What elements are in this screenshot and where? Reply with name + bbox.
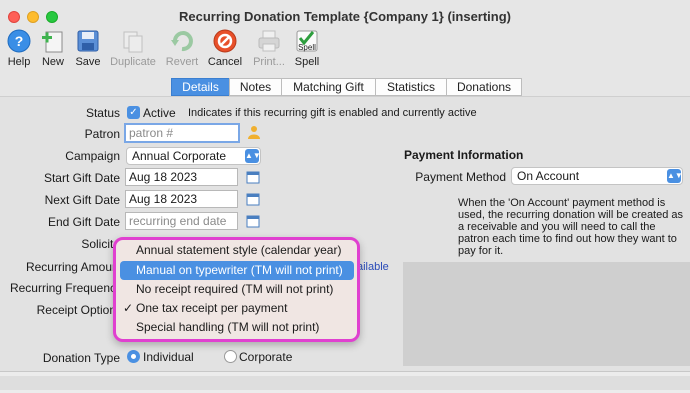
available-link[interactable]: ailable bbox=[357, 261, 389, 273]
duplicate-icon bbox=[123, 31, 143, 53]
receipt-option-menu: Annual statement style (calendar year) M… bbox=[113, 237, 360, 342]
calendar-icon[interactable] bbox=[246, 214, 260, 228]
individual-label: Individual bbox=[143, 350, 194, 364]
tab-matching-gift[interactable]: Matching Gift bbox=[281, 78, 376, 96]
menu-item-label: Annual statement style (calendar year) bbox=[136, 243, 342, 257]
end-date-input[interactable]: recurring end date bbox=[125, 212, 238, 230]
active-note: Indicates if this recurring gift is enab… bbox=[188, 107, 477, 119]
payment-method-value: On Account bbox=[517, 169, 580, 183]
corporate-radio[interactable] bbox=[224, 350, 237, 363]
payment-details-area bbox=[403, 262, 690, 366]
patron-input[interactable]: patron # bbox=[124, 123, 240, 143]
spell-icon-text: Spell bbox=[298, 43, 316, 52]
menu-item-manual-typewriter[interactable]: Manual on typewriter (TM will not print) bbox=[120, 261, 354, 280]
menu-item-special-handling[interactable]: Special handling (TM will not print) bbox=[120, 318, 354, 337]
corporate-label: Corporate bbox=[239, 350, 293, 364]
menu-item-no-receipt[interactable]: No receipt required (TM will not print) bbox=[120, 280, 354, 299]
recurring-frequency-label: Recurring Frequenc bbox=[9, 281, 116, 295]
tab-donations[interactable]: Donations bbox=[446, 78, 522, 96]
tab-notes[interactable]: Notes bbox=[229, 78, 282, 96]
end-date-label: End Gift Date bbox=[47, 215, 120, 229]
payment-description: When the 'On Account' payment method is … bbox=[458, 197, 684, 257]
menu-item-label: One tax receipt per payment bbox=[136, 301, 288, 315]
save-button[interactable]: Save bbox=[63, 28, 113, 68]
duplicate-label: Duplicate bbox=[110, 56, 156, 68]
active-checkbox[interactable]: ✓ bbox=[127, 106, 140, 119]
chevron-updown-icon: ▲▼ bbox=[245, 149, 261, 163]
campaign-value: Annual Corporate bbox=[132, 149, 227, 163]
window-title: Recurring Donation Template {Company 1} … bbox=[178, 9, 512, 24]
start-date-label: Start Gift Date bbox=[43, 171, 120, 185]
patron-label: Patron bbox=[84, 127, 120, 141]
individual-radio[interactable] bbox=[127, 350, 140, 363]
payment-heading: Payment Information bbox=[404, 148, 524, 162]
receipt-option-label: Receipt Option bbox=[36, 303, 116, 317]
calendar-icon[interactable] bbox=[246, 192, 260, 206]
chevron-updown-icon: ▲▼ bbox=[667, 169, 683, 183]
status-label: Status bbox=[85, 106, 120, 120]
save-label: Save bbox=[75, 56, 101, 68]
horizontal-scrollbar[interactable] bbox=[0, 376, 690, 390]
next-date-label: Next Gift Date bbox=[44, 193, 120, 207]
toolbar: ? Help New Save Duplicate Revert Cancel … bbox=[0, 26, 690, 76]
tab-strip: Details Notes Matching Gift Statistics D… bbox=[0, 76, 690, 96]
donation-type-label: Donation Type bbox=[42, 351, 120, 365]
tab-statistics[interactable]: Statistics bbox=[375, 78, 447, 96]
menu-item-label: Special handling (TM will not print) bbox=[136, 320, 320, 334]
checkmark-icon: ✓ bbox=[123, 301, 134, 315]
next-date-input[interactable]: Aug 18 2023 bbox=[125, 190, 238, 208]
menu-item-label: Manual on typewriter (TM will not print) bbox=[136, 263, 343, 277]
spell-check-icon: Spell bbox=[296, 30, 318, 52]
svg-text:?: ? bbox=[15, 33, 24, 49]
start-date-input[interactable]: Aug 18 2023 bbox=[125, 168, 238, 186]
payment-method-label: Payment Method bbox=[415, 170, 506, 184]
revert-icon bbox=[171, 31, 193, 52]
cancel-icon bbox=[213, 29, 237, 53]
patron-lookup-icon[interactable] bbox=[247, 125, 261, 139]
payment-method-select[interactable]: On Account ▲▼ bbox=[511, 167, 683, 185]
recurring-amount-label: Recurring Amour bbox=[25, 260, 116, 274]
calendar-icon[interactable] bbox=[246, 170, 260, 184]
duplicate-button[interactable]: Duplicate bbox=[108, 28, 158, 68]
campaign-label: Campaign bbox=[65, 149, 120, 163]
menu-item-one-tax-receipt[interactable]: ✓ One tax receipt per payment bbox=[120, 299, 354, 318]
printer-icon bbox=[258, 30, 280, 52]
cancel-button[interactable]: Cancel bbox=[200, 28, 250, 68]
spell-button[interactable]: Spell Spell bbox=[282, 28, 332, 68]
spell-label: Spell bbox=[294, 56, 320, 68]
solicitor-label: Solicito bbox=[81, 237, 120, 251]
save-disk-icon bbox=[77, 30, 99, 52]
title-bar: Recurring Donation Template {Company 1} … bbox=[0, 0, 690, 26]
cancel-label: Cancel bbox=[207, 56, 243, 68]
status-bar bbox=[0, 371, 690, 393]
campaign-select[interactable]: Annual Corporate ▲▼ bbox=[126, 147, 261, 165]
active-label: Active bbox=[143, 106, 176, 120]
menu-item-annual-statement[interactable]: Annual statement style (calendar year) bbox=[120, 241, 354, 260]
menu-item-label: No receipt required (TM will not print) bbox=[136, 282, 334, 296]
tab-details[interactable]: Details bbox=[171, 78, 230, 96]
